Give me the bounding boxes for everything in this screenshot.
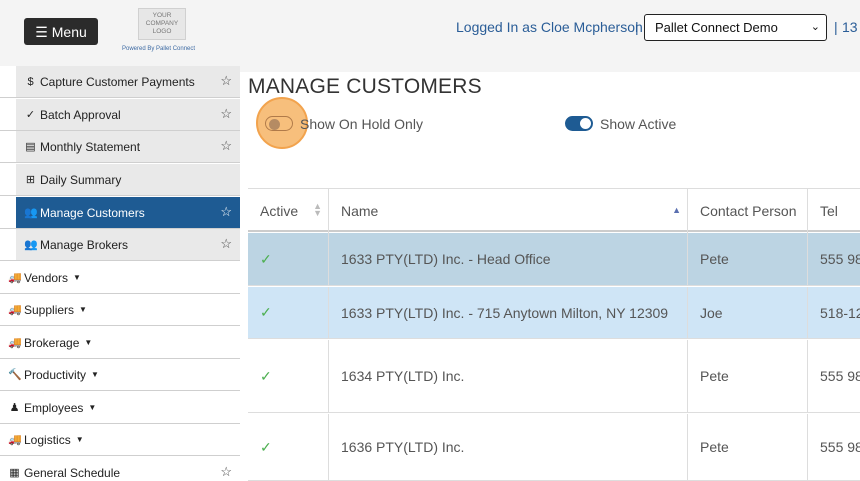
column-header-contact-person[interactable]: Contact Person bbox=[687, 189, 807, 233]
toggle-knob bbox=[269, 119, 280, 130]
caret-down-icon: ▼ bbox=[75, 435, 84, 444]
active-cell: ✓ bbox=[248, 340, 328, 412]
table-header: Active ▲ ▼ Name ▲ Contact Person Tel bbox=[248, 188, 860, 233]
tel-cell: 518-12 bbox=[807, 287, 860, 338]
sidebar-item-vendors[interactable]: 🚚 Vendors ▼ bbox=[0, 262, 240, 294]
toggle-knob bbox=[580, 118, 591, 129]
powered-by: Powered By Pallet Connect bbox=[122, 46, 196, 52]
sidebar-item-logistics[interactable]: 🚚 Logistics ▼ bbox=[0, 424, 240, 456]
company-logo: YOUR COMPANY LOGO bbox=[138, 8, 186, 40]
truck-icon: 🚚 bbox=[8, 434, 22, 446]
star-icon[interactable]: ☆ bbox=[220, 464, 232, 480]
truck-icon: 🚚 bbox=[8, 304, 22, 316]
table-row[interactable]: ✓ 1633 PTY(LTD) Inc. - 715 Anytown Milto… bbox=[248, 287, 860, 339]
sidebar-item-monthly-statement[interactable]: ▤ Monthly Statement ☆ bbox=[0, 131, 240, 163]
separator: | bbox=[834, 19, 838, 35]
users-icon: 👥 bbox=[24, 207, 38, 219]
statement-icon: ▤ bbox=[25, 141, 36, 153]
users-icon: 👥 bbox=[24, 239, 38, 251]
tel-cell: 555 98 bbox=[807, 414, 860, 480]
person-icon: ♟ bbox=[9, 402, 20, 414]
sidebar-item-capture-customer-payments[interactable]: $ Capture Customer Payments ☆ bbox=[0, 66, 240, 98]
logged-in-user-link[interactable]: Logged In as Cloe Mcpherson bbox=[456, 19, 643, 35]
caret-down-icon: ▼ bbox=[84, 338, 93, 347]
menu-button[interactable]: ☰ Menu bbox=[24, 18, 98, 45]
check-icon: ✓ bbox=[260, 438, 272, 455]
sort-icon: ▲ ▼ bbox=[313, 201, 322, 218]
column-header-tel[interactable]: Tel bbox=[807, 189, 860, 233]
active-cell: ✓ bbox=[248, 414, 328, 480]
column-header-active[interactable]: Active ▲ ▼ bbox=[248, 189, 328, 233]
sidebar-item-manage-customers[interactable]: 👥 Manage Customers ☆ bbox=[0, 197, 240, 229]
contact-cell: Pete bbox=[687, 340, 807, 412]
check-icon: ✓ bbox=[25, 109, 36, 121]
top-header: ☰ Menu YOUR COMPANY LOGO Powered By Pall… bbox=[0, 0, 860, 72]
star-icon[interactable]: ☆ bbox=[220, 73, 232, 89]
sidebar-item-general-schedule[interactable]: ▦ General Schedule ☆ bbox=[0, 457, 240, 481]
name-cell: 1633 PTY(LTD) Inc. - Head Office bbox=[328, 233, 687, 285]
sidebar-item-batch-approval[interactable]: ✓ Batch Approval ☆ bbox=[0, 99, 240, 131]
active-cell: ✓ bbox=[248, 233, 328, 285]
contact-cell: Pete bbox=[687, 233, 807, 285]
separator: | bbox=[635, 19, 639, 35]
star-icon[interactable]: ☆ bbox=[220, 106, 232, 122]
column-header-name[interactable]: Name ▲ bbox=[328, 189, 687, 233]
page-title: MANAGE CUSTOMERS bbox=[248, 75, 482, 98]
on-hold-toggle-label: Show On Hold Only bbox=[300, 116, 423, 132]
name-cell: 1636 PTY(LTD) Inc. bbox=[328, 414, 687, 480]
truck-icon: 🚚 bbox=[8, 337, 22, 349]
calendar-icon: ▦ bbox=[9, 467, 20, 479]
on-hold-toggle[interactable] bbox=[265, 116, 293, 131]
star-icon[interactable]: ☆ bbox=[220, 138, 232, 154]
caret-down-icon: ▼ bbox=[79, 305, 87, 314]
sidebar-item-daily-summary[interactable]: ⊞ Daily Summary bbox=[0, 164, 240, 196]
tel-cell: 555 98 bbox=[807, 340, 860, 412]
check-icon: ✓ bbox=[260, 367, 272, 384]
table-row[interactable]: ✓ 1634 PTY(LTD) Inc. Pete 555 98 bbox=[248, 340, 860, 413]
table-icon: ⊞ bbox=[25, 174, 36, 186]
table-row[interactable]: ✓ 1636 PTY(LTD) Inc. Pete 555 98 bbox=[248, 414, 860, 481]
star-icon[interactable]: ☆ bbox=[220, 204, 232, 220]
sidebar-item-employees[interactable]: ♟ Employees ▼ bbox=[0, 392, 240, 424]
sidebar-item-productivity[interactable]: 🔨 Productivity ▼ bbox=[0, 359, 240, 391]
dollar-icon: $ bbox=[27, 75, 34, 88]
caret-down-icon: ▼ bbox=[91, 370, 99, 379]
tel-cell: 555 98 bbox=[807, 233, 860, 285]
show-active-toggle-label: Show Active bbox=[600, 116, 677, 132]
hamburger-icon: ☰ bbox=[35, 23, 48, 40]
sidebar-item-suppliers[interactable]: 🚚 Suppliers ▼ bbox=[0, 294, 240, 326]
star-icon[interactable]: ☆ bbox=[220, 236, 232, 252]
contact-cell: Pete bbox=[687, 414, 807, 480]
sidebar-item-brokerage[interactable]: 🚚 Brokerage ▼ bbox=[0, 327, 240, 359]
check-icon: ✓ bbox=[260, 250, 272, 267]
hammer-icon: 🔨 bbox=[8, 369, 22, 381]
header-extra: 13 bbox=[842, 19, 858, 35]
sidebar-item-manage-brokers[interactable]: 👥 Manage Brokers ☆ bbox=[0, 229, 240, 261]
company-select[interactable]: Pallet Connect Demo ⌄ bbox=[644, 14, 827, 41]
chevron-down-icon: ⌄ bbox=[810, 21, 820, 33]
check-icon: ✓ bbox=[260, 304, 272, 320]
table-row[interactable]: ✓ 1633 PTY(LTD) Inc. - Head Office Pete … bbox=[248, 233, 860, 286]
name-cell: 1633 PTY(LTD) Inc. - 715 Anytown Milton,… bbox=[328, 287, 687, 338]
truck-icon: 🚚 bbox=[8, 272, 22, 284]
active-cell: ✓ bbox=[248, 287, 328, 338]
sidebar: $ Capture Customer Payments ☆ ✓ Batch Ap… bbox=[0, 66, 240, 481]
menu-label: Menu bbox=[51, 23, 87, 40]
name-cell: 1634 PTY(LTD) Inc. bbox=[328, 340, 687, 412]
show-active-toggle[interactable] bbox=[565, 116, 593, 131]
contact-cell: Joe bbox=[687, 287, 807, 338]
caret-down-icon: ▼ bbox=[73, 273, 81, 282]
caret-down-icon: ▼ bbox=[88, 403, 97, 412]
sort-ascending-icon: ▲ bbox=[672, 205, 681, 215]
